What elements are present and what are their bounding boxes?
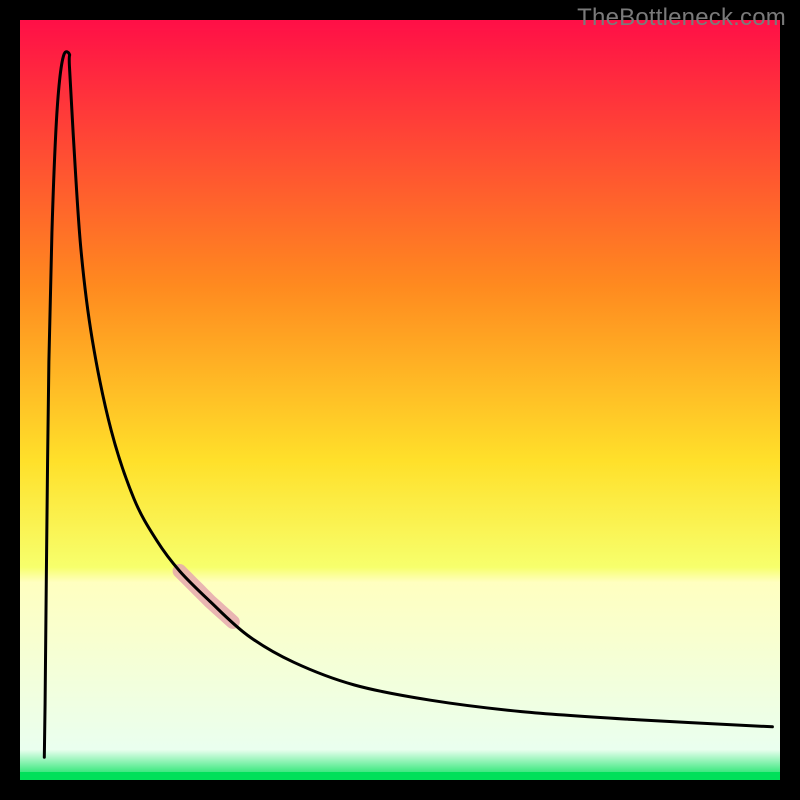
green-baseline-band [20,772,780,780]
bottleneck-chart: TheBottleneck.com [0,0,800,800]
gradient-background [20,20,780,780]
watermark-label: TheBottleneck.com [577,4,786,32]
chart-canvas [0,0,800,800]
